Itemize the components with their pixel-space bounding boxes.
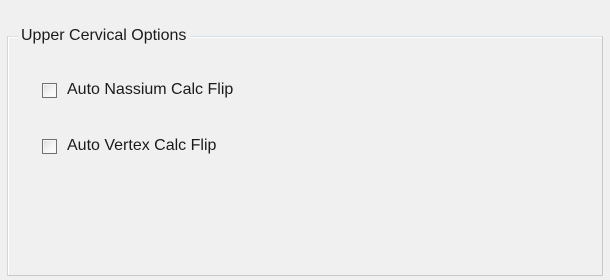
checkbox-box-vertex[interactable] (42, 138, 57, 154)
checkbox-box-nassium[interactable] (42, 82, 57, 98)
checkbox-label-nassium[interactable]: Auto Nassium Calc Flip (67, 80, 233, 100)
auto-nassium-calc-flip-checkbox[interactable]: Auto Nassium Calc Flip (42, 79, 233, 101)
auto-vertex-calc-flip-checkbox[interactable]: Auto Vertex Calc Flip (42, 135, 216, 157)
group-title: Upper Cervical Options (18, 26, 191, 46)
checkbox-label-vertex[interactable]: Auto Vertex Calc Flip (67, 136, 216, 156)
